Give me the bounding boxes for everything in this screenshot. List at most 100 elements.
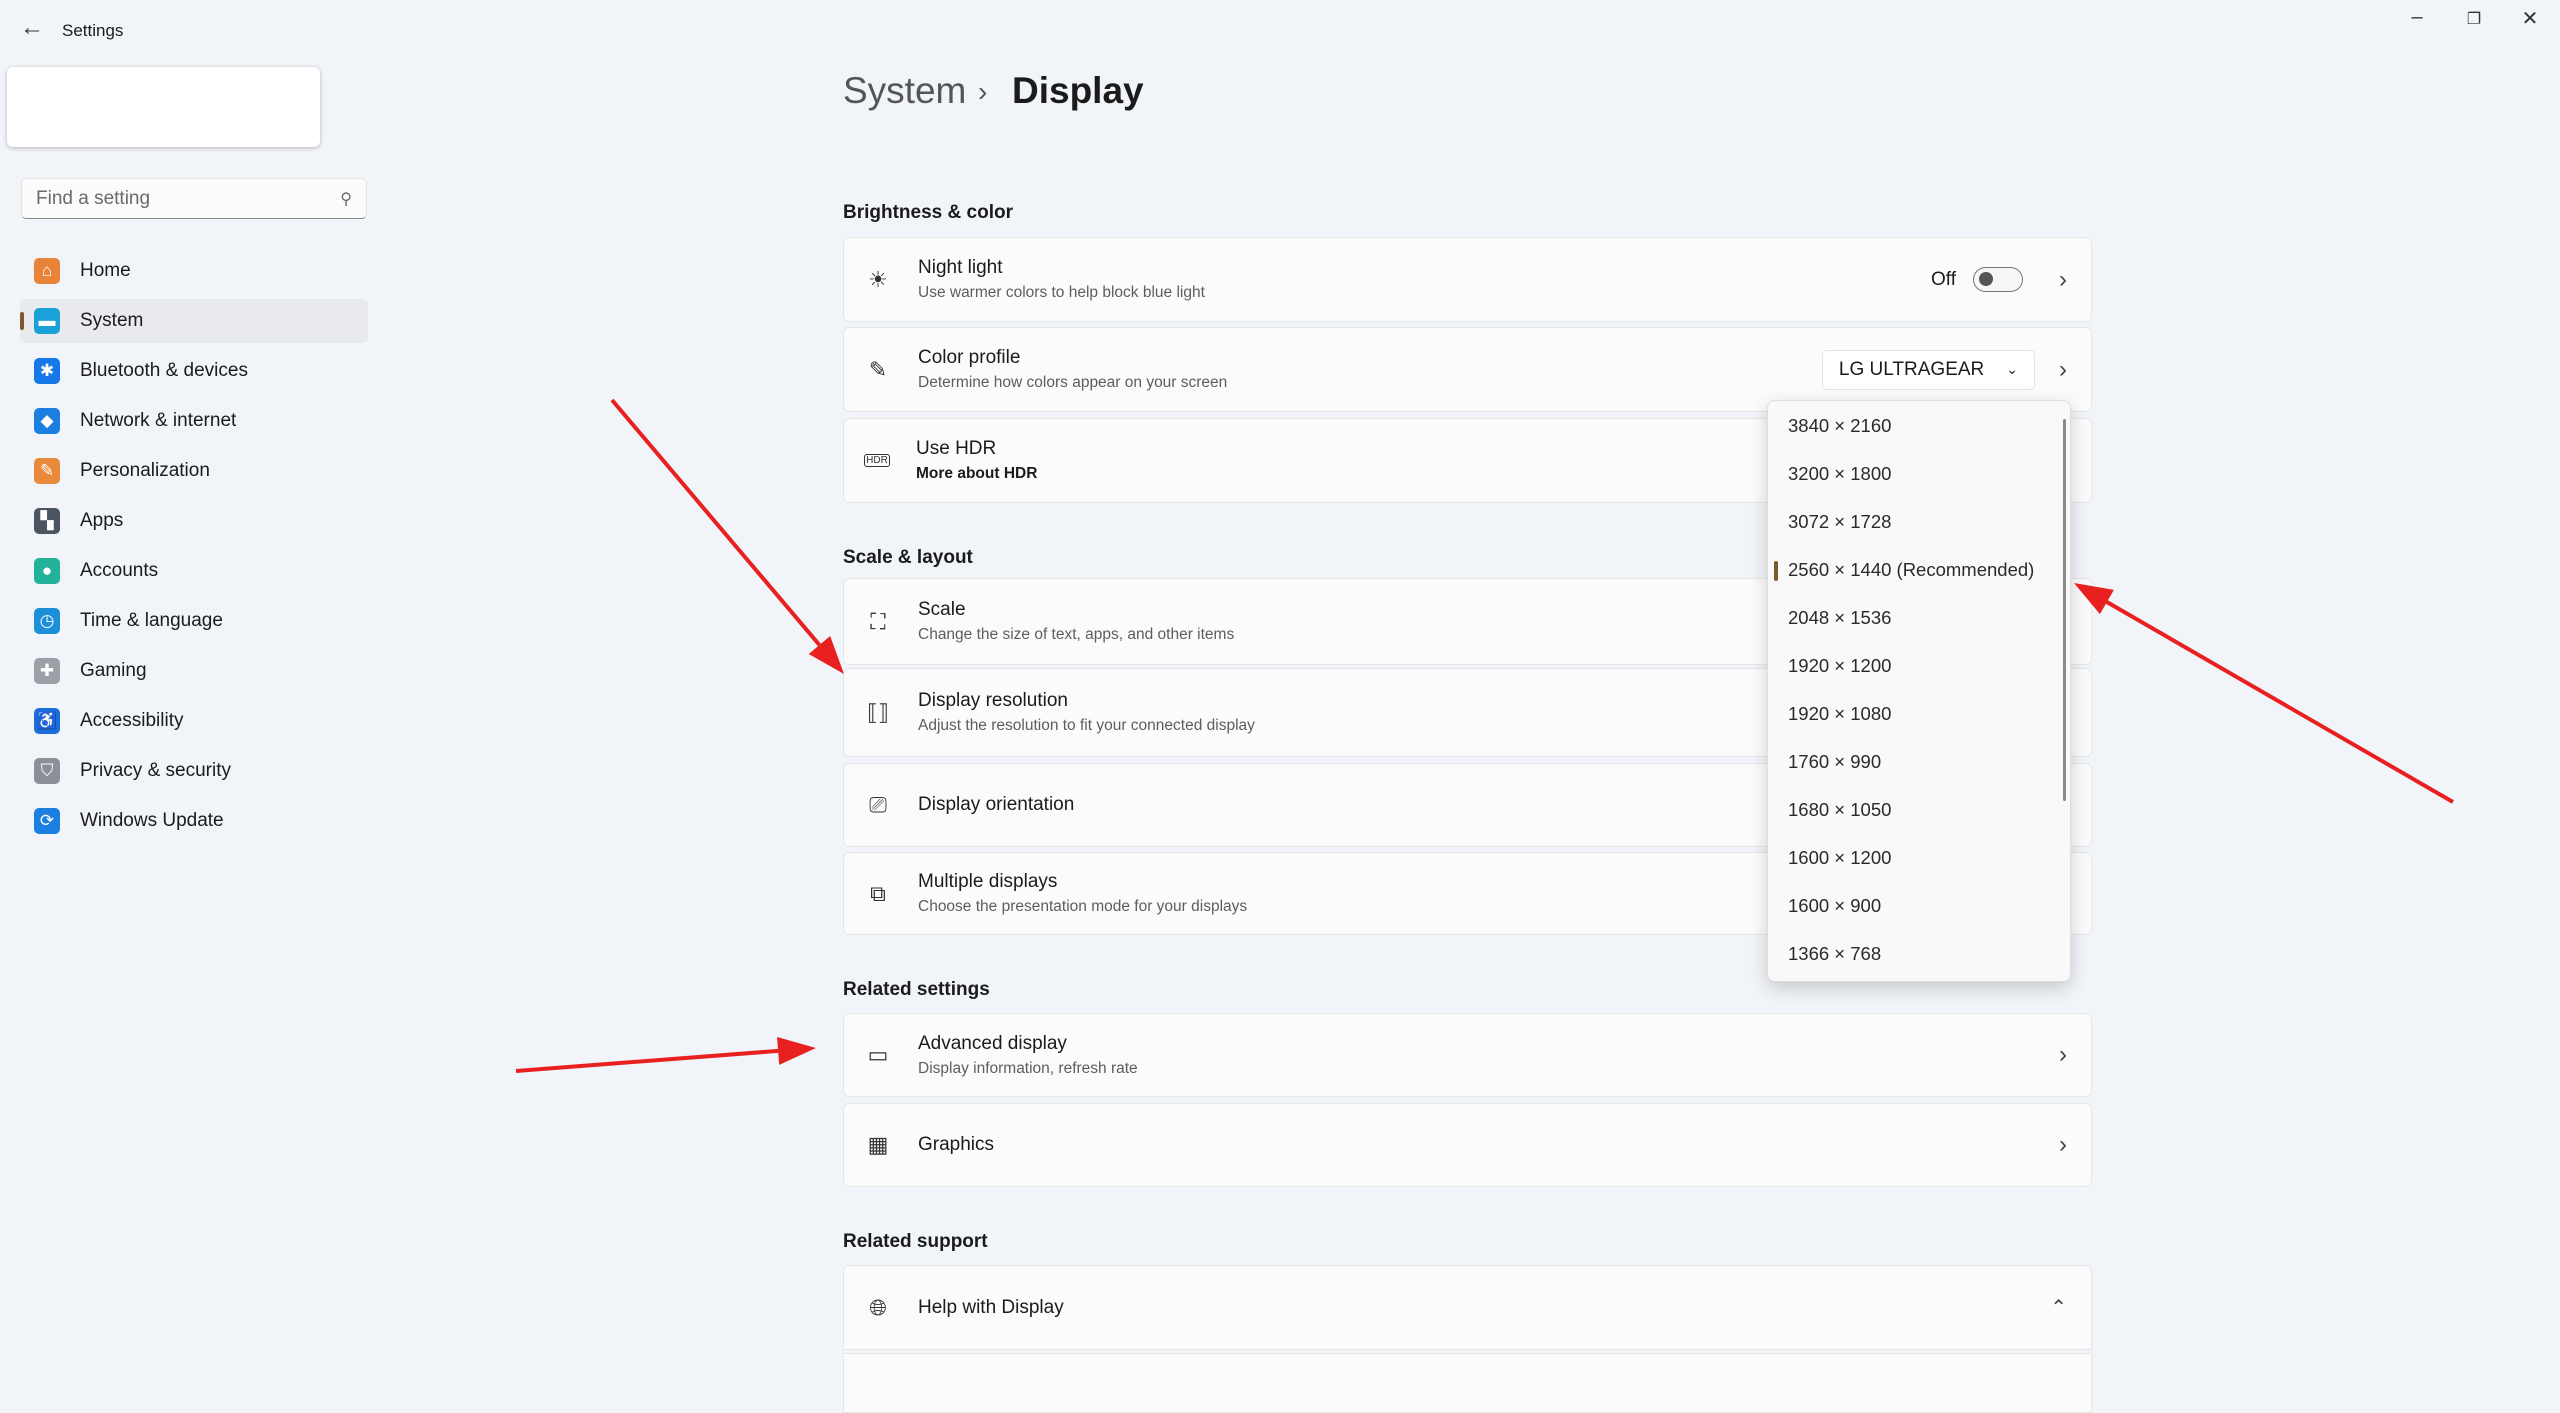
row-title: Graphics: [918, 1134, 995, 1155]
graphics-card-icon: ▦: [867, 1132, 889, 1157]
multiple-displays-icon: ⧉: [870, 880, 886, 906]
resolution-option[interactable]: 1366 × 768: [1788, 943, 1881, 965]
row-title: Multiple displays: [918, 871, 1058, 892]
chevron-right-icon[interactable]: ›: [2059, 1131, 2067, 1159]
sidebar-item-label: Privacy & security: [80, 760, 231, 781]
accessibility-icon: ♿: [34, 708, 60, 734]
row-title: Scale: [918, 599, 966, 620]
restore-button[interactable]: ❐: [2454, 9, 2494, 29]
search-icon: ⚲: [340, 190, 352, 208]
resolution-option[interactable]: 3072 × 1728: [1788, 511, 1891, 533]
resolution-option[interactable]: 2560 × 1440 (Recommended): [1788, 559, 2034, 581]
chevron-down-icon: ⌄: [2006, 361, 2018, 377]
row-subtitle: Change the size of text, apps, and other…: [918, 626, 1235, 643]
bluetooth-icon: ✱: [34, 358, 60, 384]
sidebar-item-time-language[interactable]: ◷ Time & language: [20, 599, 368, 643]
sidebar-item-home[interactable]: ⌂ Home: [20, 249, 368, 293]
resolution-option[interactable]: 1920 × 1080: [1788, 703, 1891, 725]
orientation-icon: ⎚: [869, 792, 887, 817]
sidebar-item-windows-update[interactable]: ⟳ Windows Update: [20, 799, 368, 843]
sidebar-item-privacy-security[interactable]: ⛉ Privacy & security: [20, 749, 368, 793]
sidebar-item-accessibility[interactable]: ♿ Accessibility: [20, 699, 368, 743]
row-subtitle: Display information, refresh rate: [918, 1059, 1138, 1077]
chevron-right-icon[interactable]: ›: [2059, 1041, 2067, 1069]
row-title: Use HDR: [916, 438, 997, 459]
sidebar-item-label: Accounts: [80, 560, 159, 581]
apps-icon: ▚: [34, 508, 60, 534]
advanced-display-row[interactable]: ▭ Advanced display Display information, r…: [843, 1013, 2092, 1097]
scale-icon: ⛶: [870, 608, 886, 634]
system-icon: ▬: [34, 308, 60, 334]
resolution-option[interactable]: 1760 × 990: [1788, 751, 1881, 773]
globe-clock-icon: ◷: [34, 608, 60, 634]
minimize-button[interactable]: –: [2397, 6, 2437, 29]
sidebar-item-accounts[interactable]: ● Accounts: [20, 549, 368, 593]
brush-icon: ✎: [34, 458, 60, 484]
selected-indicator: [1774, 561, 1778, 581]
night-light-toggle[interactable]: [1973, 267, 2023, 292]
annotation-arrow-2: [515, 1048, 779, 1073]
sidebar-item-label: Gaming: [80, 660, 147, 681]
arrowhead-2: [777, 1036, 816, 1065]
row-title: Display resolution: [918, 690, 1068, 711]
night-light-state: Off: [1931, 268, 1956, 290]
chevron-up-icon[interactable]: ⌃: [2050, 1295, 2067, 1320]
breadcrumb-system[interactable]: System: [843, 70, 966, 112]
close-button[interactable]: ✕: [2510, 6, 2550, 31]
sidebar-item-label: Accessibility: [80, 710, 184, 731]
back-button[interactable]: ←: [20, 14, 44, 42]
sidebar-item-label: Apps: [80, 510, 124, 531]
resolution-option[interactable]: 3840 × 2160: [1788, 415, 1891, 437]
search-input[interactable]: Find a setting ⚲: [21, 178, 367, 219]
row-subtitle: Choose the presentation mode for your di…: [918, 898, 1248, 915]
sidebar-item-system[interactable]: ▬ System: [20, 299, 368, 343]
section-scale: Scale & layout: [843, 547, 973, 568]
sidebar-item-network-internet[interactable]: ◆ Network & internet: [20, 399, 368, 443]
globe-help-icon: 🌐︎: [869, 1294, 887, 1320]
help-content-panel: [843, 1353, 2092, 1413]
resolution-option[interactable]: 1600 × 1200: [1788, 847, 1891, 869]
user-profile-card[interactable]: [7, 67, 320, 147]
shield-icon: ⛉: [34, 758, 60, 784]
more-about-hdr-link[interactable]: More about HDR: [916, 465, 1037, 483]
home-icon: ⌂: [34, 258, 60, 284]
sidebar-item-label: Network & internet: [80, 410, 237, 431]
sidebar-item-bluetooth-devices[interactable]: ✱ Bluetooth & devices: [20, 349, 368, 393]
row-subtitle: Adjust the resolution to fit your connec…: [918, 717, 1255, 734]
night-light-row[interactable]: ☀ Night light Use warmer colors to help b…: [843, 237, 2092, 322]
resolution-option[interactable]: 2048 × 1536: [1788, 607, 1891, 629]
window-title: Settings: [62, 21, 124, 40]
selected-indicator: [20, 312, 24, 330]
sidebar-item-gaming[interactable]: ✚ Gaming: [20, 649, 368, 693]
color-profile-select[interactable]: LG ULTRAGEAR ⌄: [1821, 349, 2035, 390]
graphics-row[interactable]: ▦ Graphics ›: [843, 1103, 2092, 1187]
monitor-icon: ▭: [867, 1042, 889, 1067]
chevron-right-icon[interactable]: ›: [2059, 356, 2067, 384]
help-with-display-row[interactable]: 🌐︎ Help with Display ⌃: [843, 1265, 2092, 1350]
accounts-icon: ●: [34, 558, 60, 584]
eyedropper-icon: ✎: [868, 356, 888, 382]
row-title: Display orientation: [918, 794, 1075, 815]
resolution-option[interactable]: 1920 × 1200: [1788, 655, 1891, 677]
resolution-option[interactable]: 3200 × 1800: [1788, 463, 1891, 485]
resolution-option[interactable]: 1680 × 1050: [1788, 799, 1891, 821]
dropdown-scrollbar[interactable]: [2063, 419, 2066, 801]
chevron-right-icon[interactable]: ›: [2059, 266, 2067, 294]
section-related: Related settings: [843, 979, 990, 1000]
resolution-option[interactable]: 1600 × 900: [1788, 895, 1881, 917]
gamepad-icon: ✚: [34, 658, 60, 684]
row-title: Help with Display: [918, 1296, 1064, 1318]
color-profile-value: LG ULTRAGEAR: [1838, 358, 1985, 380]
sidebar-item-personalization[interactable]: ✎ Personalization: [20, 449, 368, 493]
sidebar-item-label: Personalization: [80, 460, 210, 481]
section-support: Related support: [843, 1231, 988, 1252]
row-title: Night light: [918, 257, 1003, 278]
wifi-icon: ◆: [34, 408, 60, 434]
sidebar-item-label: Home: [80, 260, 131, 281]
resolution-icon: ⟦⟧: [867, 699, 889, 725]
section-brightness: Brightness & color: [843, 202, 1013, 223]
resolution-dropdown[interactable]: 3840 × 2160 3200 × 1800 3072 × 1728 2560 × …: [1767, 400, 2071, 982]
sidebar-item-apps[interactable]: ▚ Apps: [20, 499, 368, 543]
sidebar-item-label: Time & language: [80, 610, 223, 631]
arrowhead-1: [808, 635, 844, 674]
